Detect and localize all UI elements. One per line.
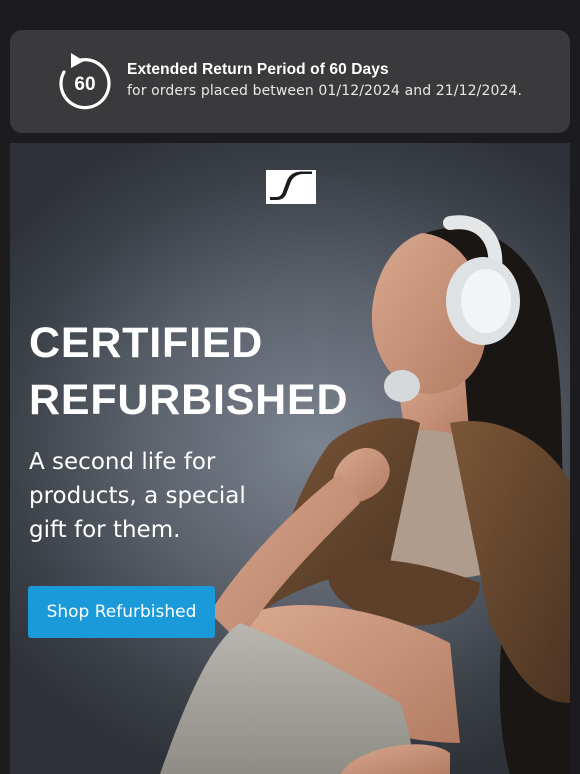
notice-title: Extended Return Period of 60 Days: [127, 61, 389, 78]
hero-subheadline: A second life for products, a special gi…: [29, 449, 246, 543]
headline-line-1: CERTIFIED: [29, 319, 264, 367]
hero-banner[interactable]: CERTIFIED REFURBISHED A second life for …: [10, 143, 570, 774]
email-page: 60 Extended Return Period of 60 Days for…: [0, 0, 580, 774]
notice-subtitle: for orders placed between 01/12/2024 and…: [127, 83, 523, 99]
return-days-number: 60: [74, 74, 95, 95]
return-period-notice: 60 Extended Return Period of 60 Days for…: [10, 30, 570, 133]
headline-line-2: REFURBISHED: [29, 376, 349, 424]
shop-refurbished-button[interactable]: Shop Refurbished: [28, 586, 215, 638]
hero-headline: CERTIFIED REFURBISHED: [29, 315, 409, 429]
return-60-days-icon: 60: [59, 53, 111, 110]
sennheiser-logo: [266, 170, 316, 204]
notice-text: Extended Return Period of 60 Days for or…: [127, 60, 522, 102]
